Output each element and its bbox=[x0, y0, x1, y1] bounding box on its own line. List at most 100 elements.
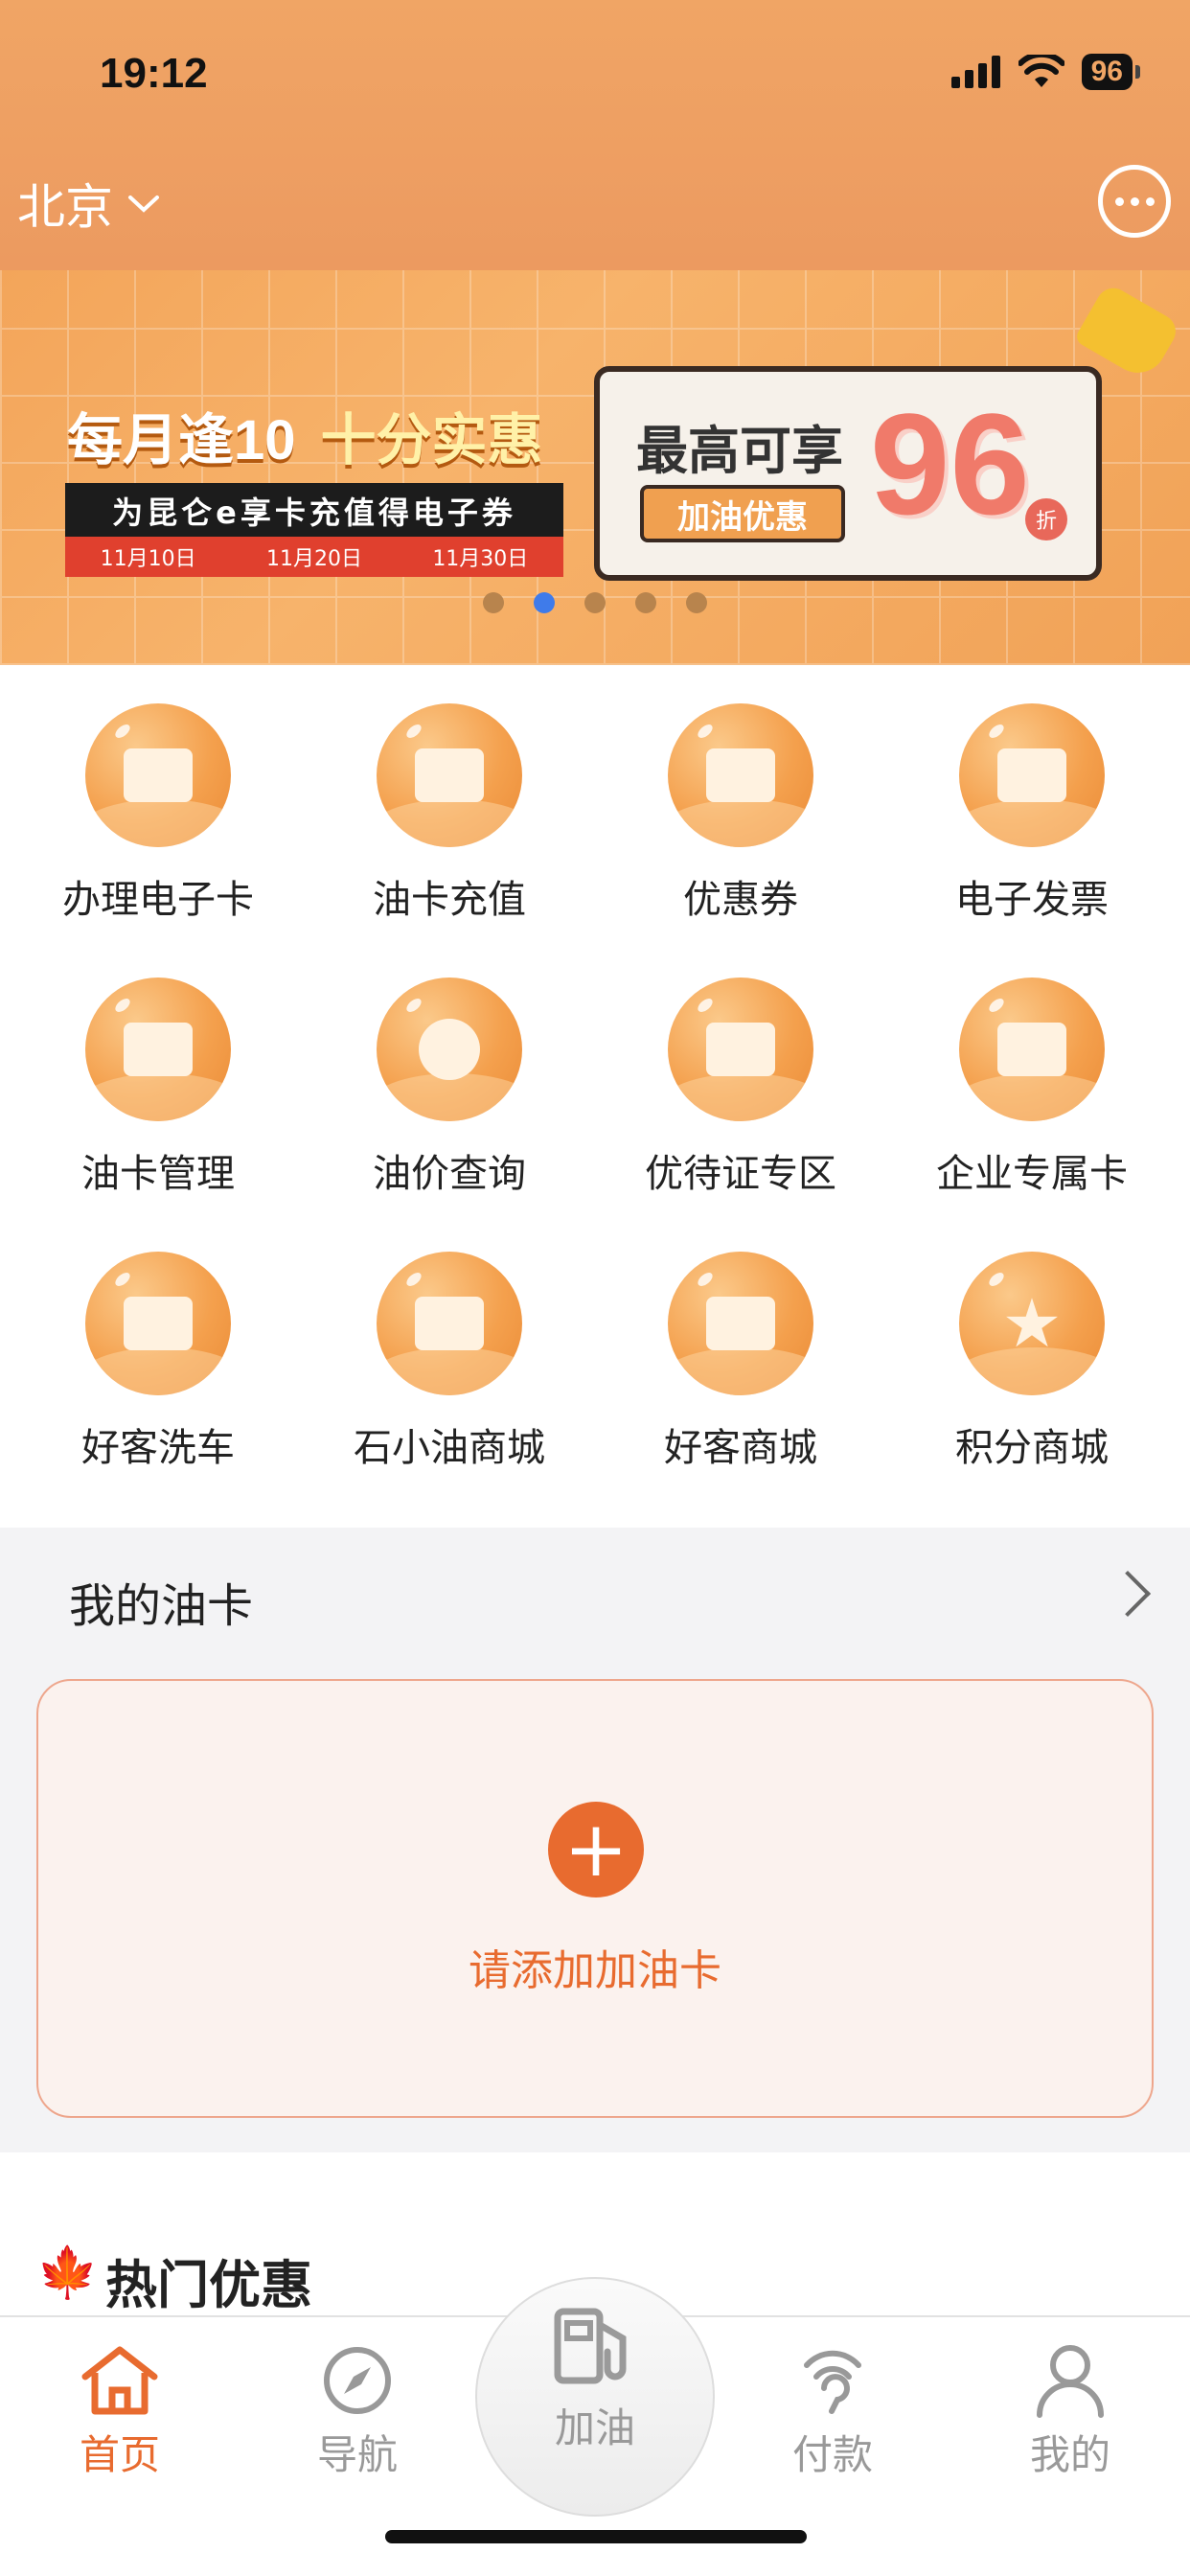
service-grid: 办理电子卡 油卡充值 优惠券 电子发票 油卡管理 油价查询 优待证专区 企业专属… bbox=[0, 665, 1190, 1528]
service-label: 石小油商城 bbox=[354, 1426, 545, 1470]
carousel-dot[interactable] bbox=[584, 592, 606, 613]
maple-leaf-icon: 🍁 bbox=[36, 2244, 99, 2302]
tab-label: 首页 bbox=[79, 2431, 160, 2478]
service-label: 企业专属卡 bbox=[936, 1152, 1128, 1196]
city-selector[interactable]: 北京 bbox=[17, 169, 161, 238]
tab-home[interactable]: 首页 bbox=[38, 2342, 201, 2481]
oil-drop-glyph bbox=[419, 1019, 480, 1080]
add-oil-card-label[interactable]: 请添加加油卡 bbox=[38, 1936, 1152, 1997]
store-glyph bbox=[415, 1297, 484, 1350]
service-label: 优惠券 bbox=[683, 878, 798, 922]
banner-date: 11月10日 bbox=[100, 547, 196, 571]
home-icon bbox=[77, 2342, 163, 2419]
header: 19:12 96 北京 bbox=[0, 0, 1190, 270]
invoice-glyph bbox=[997, 748, 1066, 802]
tab-profile[interactable]: 我的 bbox=[989, 2342, 1152, 2481]
enterprise-card-glyph bbox=[997, 1023, 1066, 1076]
message-dot-icon bbox=[1130, 196, 1139, 206]
tab-label: 我的 bbox=[1029, 2431, 1110, 2478]
battery-indicator: 96 bbox=[1081, 54, 1141, 90]
invoice-icon bbox=[959, 703, 1105, 847]
home-indicator[interactable] bbox=[385, 2530, 807, 2543]
banner-title: 每月逢10 十分实惠 bbox=[67, 395, 543, 475]
star-icon: ★ bbox=[959, 1252, 1105, 1395]
message-dot-icon bbox=[1145, 196, 1155, 206]
service-label: 油价查询 bbox=[373, 1152, 526, 1196]
banner-subtitle: 为昆仑e享卡充值得电子券 bbox=[65, 483, 563, 539]
oil-price-icon bbox=[377, 978, 522, 1121]
service-enterprise-card[interactable]: 企业专属卡 bbox=[907, 978, 1156, 1198]
card-manage-glyph bbox=[124, 1023, 193, 1076]
wifi-icon bbox=[1018, 55, 1064, 87]
user-icon bbox=[1027, 2342, 1113, 2419]
carousel-dot[interactable] bbox=[635, 592, 656, 613]
city-label: 北京 bbox=[17, 179, 113, 235]
signal-icon bbox=[950, 56, 1000, 88]
service-label: 油卡管理 bbox=[81, 1152, 235, 1196]
banner-card-button: 加油优惠 bbox=[640, 485, 845, 542]
chevron-right-icon[interactable] bbox=[1104, 1570, 1152, 1618]
recharge-icon bbox=[377, 703, 522, 847]
carousel-dots[interactable] bbox=[483, 592, 707, 613]
enterprise-card-icon bbox=[959, 978, 1105, 1121]
store-icon bbox=[377, 1252, 522, 1395]
shopping-bag-icon bbox=[668, 1252, 813, 1395]
carousel-dot-active[interactable] bbox=[534, 592, 555, 613]
banner-title-right: 十分实惠 bbox=[320, 409, 543, 472]
service-label: 优待证专区 bbox=[645, 1152, 836, 1196]
banner-discount-number: 96 bbox=[870, 383, 1030, 544]
tab-payment[interactable]: 付款 bbox=[751, 2342, 914, 2481]
tab-label: 付款 bbox=[791, 2431, 873, 2478]
fuel-pump-icon bbox=[552, 2300, 638, 2392]
plus-icon[interactable]: + bbox=[548, 1802, 644, 1898]
service-coupon[interactable]: 优惠券 bbox=[616, 703, 865, 924]
banner-date: 11月30日 bbox=[432, 547, 529, 571]
banner-discount-unit: 折 bbox=[1025, 498, 1067, 540]
add-oil-card-panel[interactable]: + 请添加加油卡 bbox=[36, 1679, 1154, 2118]
service-car-wash[interactable]: 好客洗车 bbox=[34, 1252, 283, 1472]
banner-date: 11月20日 bbox=[265, 547, 362, 571]
coupon-glyph bbox=[706, 748, 775, 802]
banner-title-left: 每月逢10 bbox=[67, 409, 296, 472]
my-oil-card-title[interactable]: 我的油卡 bbox=[69, 1568, 253, 1635]
service-shixiaoyou-mall[interactable]: 石小油商城 bbox=[325, 1252, 574, 1472]
certificate-glyph bbox=[706, 1023, 775, 1076]
tab-label: 导航 bbox=[316, 2431, 398, 2478]
service-card-manage[interactable]: 油卡管理 bbox=[34, 978, 283, 1198]
card-icon bbox=[85, 703, 231, 847]
tab-label: 加油 bbox=[554, 2404, 635, 2451]
car-glyph bbox=[124, 1297, 193, 1350]
service-label: 电子发票 bbox=[955, 878, 1109, 922]
message-button[interactable] bbox=[1098, 165, 1171, 238]
service-label: 好客商城 bbox=[664, 1426, 817, 1470]
carousel-dot[interactable] bbox=[483, 592, 504, 613]
tab-navigation[interactable]: 导航 bbox=[276, 2342, 439, 2481]
coupon-icon bbox=[668, 703, 813, 847]
star-glyph: ★ bbox=[1001, 1284, 1063, 1363]
banner-dates: 11月10日 11月20日 11月30日 bbox=[65, 537, 563, 577]
contactless-pay-icon bbox=[790, 2342, 876, 2419]
service-apply-ecard[interactable]: 办理电子卡 bbox=[34, 703, 283, 924]
service-haoke-mall[interactable]: 好客商城 bbox=[616, 1252, 865, 1472]
certificate-icon bbox=[668, 978, 813, 1121]
card-manage-icon bbox=[85, 978, 231, 1121]
carousel-dot[interactable] bbox=[686, 592, 707, 613]
service-label: 办理电子卡 bbox=[62, 878, 254, 922]
status-icons: 96 bbox=[950, 54, 1141, 90]
service-label: 好客洗车 bbox=[81, 1426, 235, 1470]
promo-banner[interactable]: 每月逢10 十分实惠 为昆仑e享卡充值得电子券 11月10日 11月20日 11月… bbox=[0, 270, 1190, 665]
status-time: 19:12 bbox=[100, 50, 208, 97]
card-glyph bbox=[124, 748, 193, 802]
service-label: 油卡充值 bbox=[373, 878, 526, 922]
car-wash-icon bbox=[85, 1252, 231, 1395]
recharge-glyph bbox=[415, 748, 484, 802]
service-points-mall[interactable]: ★ 积分商城 bbox=[907, 1252, 1156, 1472]
bag-glyph bbox=[706, 1297, 775, 1350]
service-e-invoice[interactable]: 电子发票 bbox=[907, 703, 1156, 924]
service-certificate-zone[interactable]: 优待证专区 bbox=[616, 978, 865, 1198]
service-oil-price[interactable]: 油价查询 bbox=[325, 978, 574, 1198]
service-card-recharge[interactable]: 油卡充值 bbox=[325, 703, 574, 924]
compass-icon bbox=[314, 2342, 400, 2419]
tab-refuel[interactable]: 加油 bbox=[514, 2300, 676, 2454]
banner-card-headline: 最高可享 bbox=[636, 421, 843, 481]
